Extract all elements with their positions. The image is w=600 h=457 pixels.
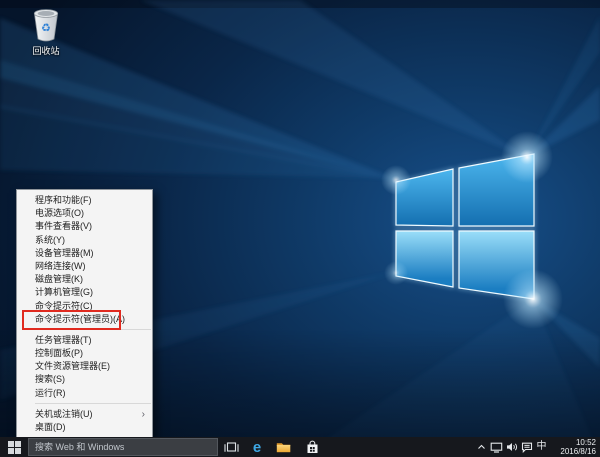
ime-label: 中 (536, 441, 547, 452)
start-button[interactable] (0, 437, 28, 457)
menu-item-event-viewer[interactable]: 事件查看器(V) (17, 220, 152, 233)
task-view-icon (223, 442, 239, 452)
windows-desktop: ♻ 回收站 程序和功能(F) 电源选项(O) 事件查看器(V) 系统(Y) 设备… (0, 0, 600, 457)
action-center-icon (521, 442, 532, 453)
recycle-bin-label: 回收站 (32, 46, 60, 56)
volume-icon (506, 443, 517, 451)
edge-icon: e (252, 438, 262, 456)
system-tray: 中 10:52 2016/8/16 (474, 437, 600, 457)
clock-time: 10:52 (575, 438, 596, 447)
recycle-bin[interactable]: ♻ 回收站 (24, 8, 68, 56)
store-button[interactable] (299, 437, 325, 457)
clock-date: 2016/8/16 (560, 447, 596, 456)
menu-item-command-prompt-admin[interactable]: 命令提示符(管理员)(A) (17, 313, 152, 326)
search-input[interactable] (28, 438, 218, 456)
menu-separator (35, 403, 151, 405)
menu-item-command-prompt[interactable]: 命令提示符(C) (17, 300, 152, 313)
menu-item-power-options[interactable]: 电源选项(O) (17, 207, 152, 220)
menu-item-control-panel[interactable]: 控制面板(P) (17, 347, 152, 360)
file-explorer-icon (276, 443, 290, 453)
menu-item-programs-and-features[interactable]: 程序和功能(F) (17, 194, 152, 207)
volume-button[interactable] (504, 437, 519, 457)
menu-item-file-explorer[interactable]: 文件资源管理器(E) (17, 360, 152, 373)
tray-expand-button[interactable] (474, 437, 489, 457)
menu-item-task-manager[interactable]: 任务管理器(T) (17, 334, 152, 347)
svg-text:♻: ♻ (41, 22, 51, 35)
taskbar: e (0, 437, 600, 457)
action-center-button[interactable] (519, 437, 534, 457)
winx-context-menu: 程序和功能(F) 电源选项(O) 事件查看器(V) 系统(Y) 设备管理器(M)… (16, 189, 153, 439)
menu-item-disk-management[interactable]: 磁盘管理(K) (17, 273, 152, 286)
store-icon (307, 440, 317, 453)
task-view-button[interactable] (218, 437, 244, 457)
menu-item-system[interactable]: 系统(Y) (17, 234, 152, 247)
menu-item-desktop[interactable]: 桌面(D) (17, 421, 152, 434)
ime-indicator[interactable]: 中 (534, 437, 549, 457)
edge-button[interactable]: e (244, 437, 270, 457)
windows-logo-icon (7, 440, 21, 454)
menu-item-search[interactable]: 搜索(S) (17, 373, 152, 386)
menu-item-run[interactable]: 运行(R) (17, 387, 152, 400)
menu-item-label: 关机或注销(U) (35, 408, 93, 419)
network-icon (490, 442, 503, 453)
menu-item-shutdown-or-signout[interactable]: 关机或注销(U) › (17, 408, 152, 421)
chevron-up-icon (478, 444, 485, 449)
menu-item-device-manager[interactable]: 设备管理器(M) (17, 247, 152, 260)
menu-separator (35, 329, 151, 331)
file-explorer-button[interactable] (270, 437, 296, 457)
submenu-arrow-icon: › (141, 408, 145, 420)
menu-item-computer-management[interactable]: 计算机管理(G) (17, 286, 152, 299)
network-status-button[interactable] (489, 437, 504, 457)
clock[interactable]: 10:52 2016/8/16 (549, 438, 600, 456)
recycle-bin-icon: ♻ (33, 9, 59, 42)
menu-item-network-connections[interactable]: 网络连接(W) (17, 260, 152, 273)
